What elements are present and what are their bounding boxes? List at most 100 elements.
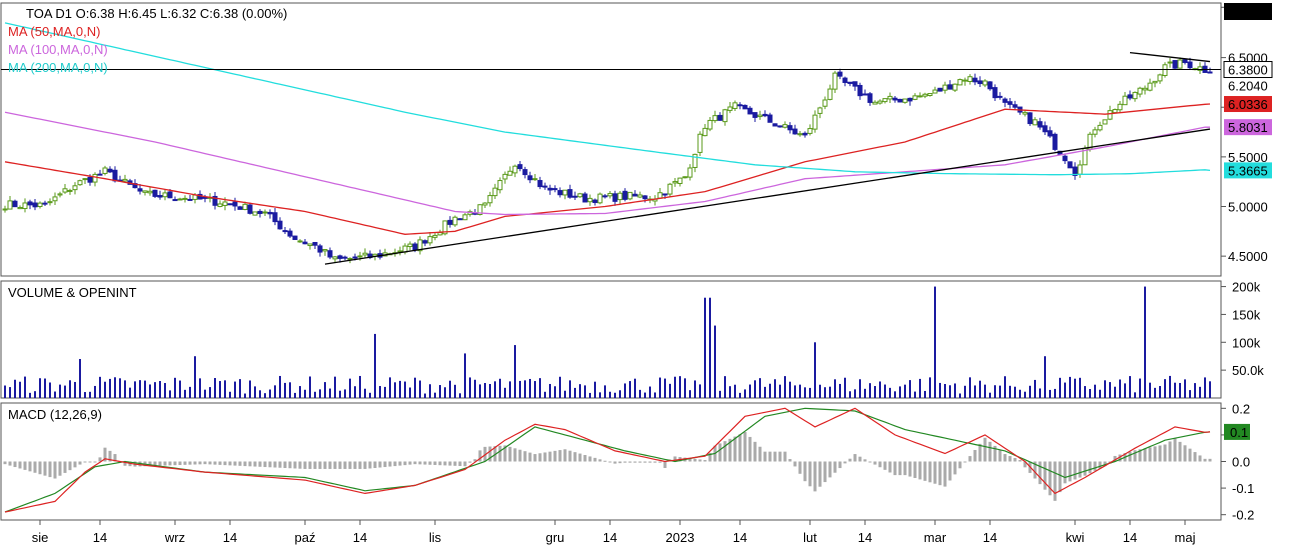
candle-body xyxy=(877,100,883,104)
candle-body xyxy=(232,201,238,207)
macd-histogram-bar xyxy=(908,461,912,477)
volume-bar xyxy=(1189,390,1191,398)
candle-body xyxy=(492,187,498,197)
volume-bar xyxy=(189,386,191,398)
volume-bar xyxy=(769,383,771,398)
volume-bar xyxy=(724,376,726,398)
macd-histogram-bar xyxy=(1158,445,1162,462)
volume-bar xyxy=(764,386,766,398)
macd-histogram-bar xyxy=(513,448,517,462)
x-tick-label: 14 xyxy=(983,530,997,545)
volume-bar xyxy=(139,380,141,398)
candle-body xyxy=(1137,87,1143,95)
macd-histogram-bar xyxy=(43,461,47,476)
volume-bar xyxy=(119,378,121,398)
candle-body xyxy=(622,190,628,200)
volume-bar xyxy=(304,389,306,398)
candle-body xyxy=(422,240,428,244)
stock-chart[interactable]: 6.50005.50005.00004.50007.00696.20406.38… xyxy=(0,0,1309,553)
macd-histogram-bar xyxy=(918,461,922,480)
candle-body xyxy=(487,195,493,204)
candle-body xyxy=(1092,129,1098,135)
candle-body xyxy=(1117,103,1123,111)
macd-histogram-bar xyxy=(648,461,652,463)
candle-body xyxy=(287,230,293,237)
candle-body xyxy=(312,241,318,246)
macd-histogram-bar xyxy=(1093,461,1097,471)
volume-bar xyxy=(594,381,596,398)
candle-body xyxy=(742,104,748,110)
macd-histogram-bar xyxy=(563,449,567,462)
candle-body xyxy=(757,114,763,118)
macd-histogram-bar xyxy=(463,461,467,467)
volume-bar xyxy=(979,380,981,398)
macd-histogram-bar xyxy=(783,451,787,462)
volume-bar xyxy=(269,389,271,398)
macd-histogram-bar xyxy=(893,461,897,476)
candle-body xyxy=(517,164,523,170)
volume-tick-label: 200k xyxy=(1232,280,1261,295)
volume-bar xyxy=(944,383,946,398)
candle-body xyxy=(677,177,683,184)
macd-histogram-bar xyxy=(83,461,87,463)
volume-bar xyxy=(54,391,56,398)
candle-body xyxy=(77,180,83,186)
macd-histogram-bar xyxy=(898,461,902,476)
candle-body xyxy=(787,125,793,131)
candle-body xyxy=(262,211,268,214)
macd-histogram-bar xyxy=(533,454,537,462)
candle-body xyxy=(292,235,298,240)
volume-bar xyxy=(19,381,21,398)
volume-bar xyxy=(134,381,136,398)
volume-bar xyxy=(329,388,331,398)
chart-window: 6.5000 5.5000 5.0000 4.5000 7.0069 6.2040 6.38… xyxy=(0,0,1309,553)
candle-body xyxy=(527,175,533,181)
volume-bar xyxy=(279,375,281,398)
macd-histogram-bar xyxy=(823,461,827,483)
candle-body xyxy=(927,93,933,96)
candle-body xyxy=(267,211,273,215)
macd-histogram-bar xyxy=(733,436,737,462)
candle-body xyxy=(67,189,73,192)
candle-body xyxy=(337,255,343,259)
macd-histogram-bar xyxy=(78,461,82,465)
macd-histogram-bar xyxy=(578,453,582,462)
volume-bar xyxy=(754,380,756,398)
candle-body xyxy=(162,192,168,198)
macd-histogram-bar xyxy=(943,461,947,487)
candle-body xyxy=(732,102,738,109)
macd-histogram-bar xyxy=(18,461,22,469)
volume-bar xyxy=(784,376,786,398)
volume-bar xyxy=(489,383,491,398)
candle-body xyxy=(12,200,18,208)
volume-bar xyxy=(294,392,296,398)
candle-body xyxy=(62,188,68,193)
volume-bar xyxy=(939,382,941,398)
macd-histogram-bar xyxy=(88,461,92,463)
candle-body xyxy=(42,202,48,205)
volume-bar xyxy=(904,384,906,398)
volume-bar xyxy=(974,385,976,398)
candle-body xyxy=(997,95,1003,98)
candle-body xyxy=(952,83,958,91)
volume-bar xyxy=(834,379,836,398)
volume-bar xyxy=(1134,392,1136,398)
volume-bar xyxy=(424,393,426,398)
candle-body xyxy=(862,93,868,96)
volume-bar xyxy=(324,382,326,398)
candle-body xyxy=(47,201,53,204)
macd-histogram-bar xyxy=(378,461,382,468)
candle-body xyxy=(847,81,853,84)
candle-body xyxy=(27,201,33,206)
macd-histogram-bar xyxy=(543,452,547,462)
volume-bar xyxy=(434,392,436,398)
volume-bar xyxy=(159,381,161,398)
volume-bar xyxy=(289,382,291,398)
macd-histogram-bar xyxy=(658,461,662,463)
macd-title: MACD (12,26,9) xyxy=(8,407,102,422)
candle-body xyxy=(1052,133,1058,150)
macd-histogram-bar xyxy=(723,441,727,462)
volume-bar xyxy=(164,383,166,398)
macd-histogram-bar xyxy=(643,461,647,463)
candle-body xyxy=(112,169,118,182)
